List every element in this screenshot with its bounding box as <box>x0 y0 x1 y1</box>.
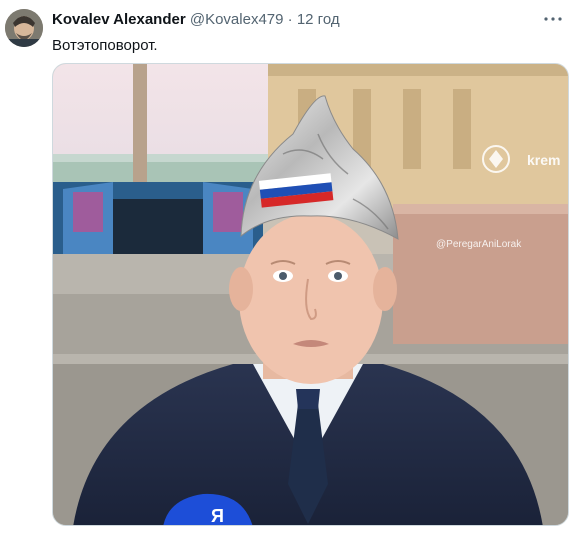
watermark-credit: @PeregarAniLorak <box>436 239 522 250</box>
tweet-header: Kovalev Alexander @Kovalex479 · 12 год <box>52 11 537 29</box>
author-name[interactable]: Kovalev Alexander <box>52 11 186 28</box>
author-handle[interactable]: @Kovalex479 <box>190 11 284 28</box>
tweet-text: Вотэтоповорот. <box>52 37 158 54</box>
avatar[interactable] <box>5 9 43 47</box>
header-separator: · <box>287 11 293 28</box>
tweet[interactable]: Kovalev Alexander @Kovalex479 · 12 год В… <box>0 0 577 535</box>
watermark-brand: krem <box>527 152 560 168</box>
microphone-logo: Я <box>211 506 224 526</box>
tweet-timestamp[interactable]: 12 год <box>297 11 340 28</box>
avatar-image <box>5 9 43 47</box>
more-horizontal-icon[interactable] <box>541 10 565 28</box>
tweet-media-image[interactable]: krem @PeregarAniLorak Я <box>52 63 569 526</box>
meme-photo: krem @PeregarAniLorak Я <box>53 64 568 526</box>
